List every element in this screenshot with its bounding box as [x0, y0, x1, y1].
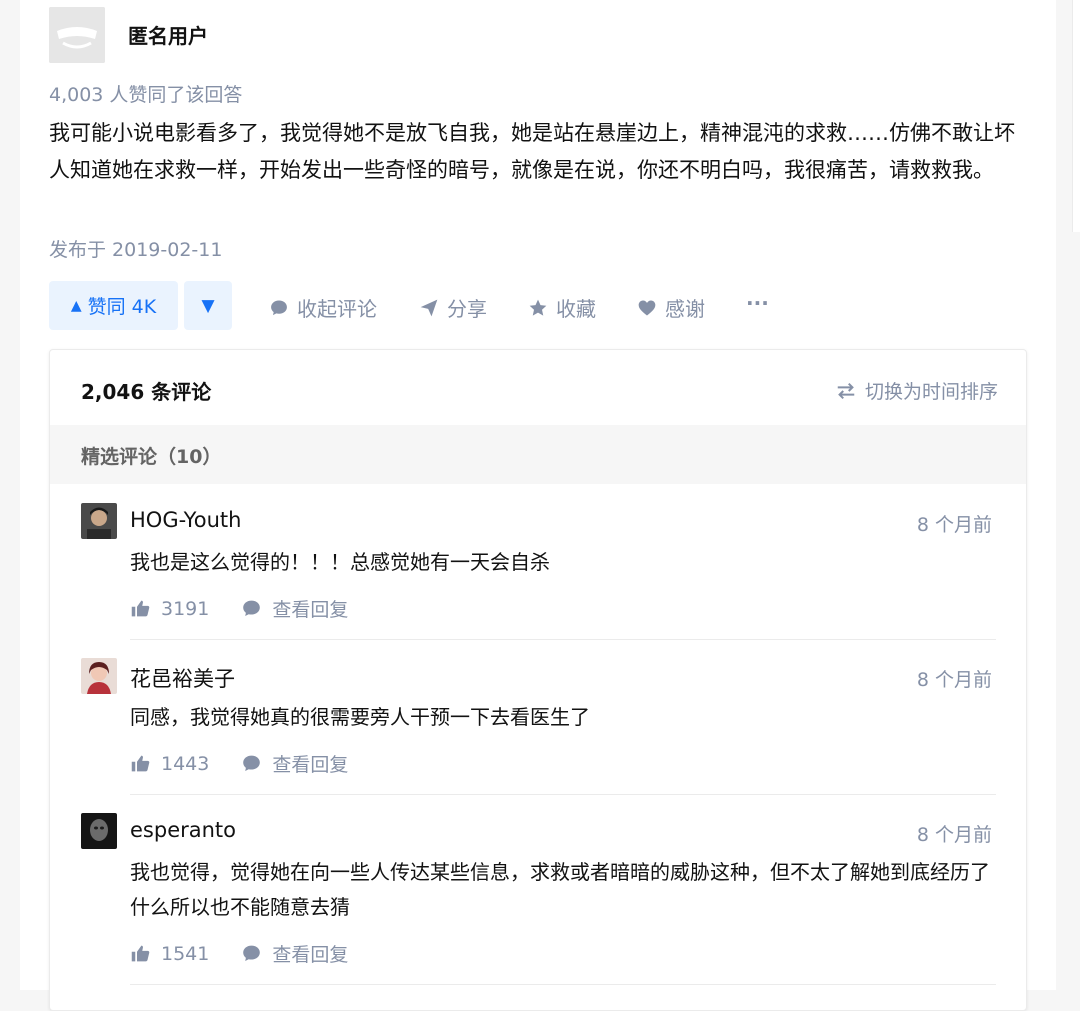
view-replies-button[interactable]: 查看回复	[241, 750, 348, 777]
comment-time: 8 个月前	[916, 514, 992, 536]
comment-time: 8 个月前	[916, 669, 992, 691]
sort-toggle-button[interactable]: 切换为时间排序	[835, 377, 998, 404]
comment-avatar[interactable]	[81, 658, 117, 694]
author-avatar[interactable]	[49, 7, 105, 63]
comment-like-button[interactable]: 1443	[130, 753, 209, 775]
upvote-button[interactable]: ▲ 赞同 4K	[49, 281, 178, 330]
comment-time: 8 个月前	[916, 824, 992, 846]
thanks-button[interactable]: 感谢	[637, 293, 705, 322]
comment-author[interactable]: 花邑裕美子	[130, 663, 235, 693]
upvote-label: 赞同 4K	[87, 296, 157, 318]
more-button[interactable]: ···	[746, 291, 769, 315]
comments-panel: 2,046 条评论 切换为时间排序 精选评论（10） HOG-Youth 8 个…	[49, 349, 1027, 1011]
comment-author[interactable]: HOG-Youth	[130, 508, 241, 532]
view-replies-label: 查看回复	[272, 754, 349, 776]
comment-divider	[130, 639, 996, 640]
view-replies-label: 查看回复	[272, 944, 349, 966]
author-name[interactable]: 匿名用户	[128, 20, 208, 49]
answer-content: 我可能小说电影看多了，我觉得她不是放飞自我，她是站在悬崖边上，精神混沌的求救………	[49, 121, 1015, 182]
comment-divider	[130, 984, 996, 985]
view-replies-button[interactable]: 查看回复	[241, 940, 348, 967]
share-button[interactable]: 分享	[419, 293, 487, 322]
collapse-comments-label: 收起评论	[297, 297, 377, 321]
comment-actions: 1443 查看回复	[130, 750, 348, 777]
thumbs-up-icon	[131, 600, 150, 617]
favorite-button[interactable]: 收藏	[528, 293, 596, 322]
thanks-label: 感谢	[665, 297, 705, 321]
featured-comments-label: 精选评论（10）	[81, 446, 222, 468]
triangle-down-icon: ▼	[201, 295, 215, 316]
star-icon	[529, 299, 547, 316]
sort-toggle-label: 切换为时间排序	[864, 381, 998, 403]
publish-time[interactable]: 发布于 2019-02-11	[49, 235, 222, 262]
heart-icon	[638, 300, 656, 315]
favorite-label: 收藏	[556, 297, 596, 321]
triangle-up-icon: ▲	[70, 297, 82, 314]
thumbs-up-icon	[131, 755, 150, 772]
comment-avatar[interactable]	[81, 813, 117, 849]
view-replies-label: 查看回复	[272, 599, 349, 621]
like-count: 1541	[161, 942, 210, 965]
like-count: 3191	[161, 597, 210, 620]
thumbs-up-icon	[131, 945, 150, 962]
comment-text: 我也觉得，觉得她在向一些人传达某些信息，求救或者暗暗的威胁这种，但不太了解她到底…	[130, 860, 990, 919]
swap-arrows-icon	[837, 382, 855, 399]
comment-bubble-icon	[243, 755, 261, 772]
comment-bubble-icon	[271, 300, 287, 315]
comments-count: 2,046 条评论	[81, 380, 212, 404]
paper-plane-icon	[420, 299, 438, 316]
collapse-comments-button[interactable]: 收起评论	[269, 293, 377, 322]
comment-actions: 1541 查看回复	[130, 940, 348, 967]
comment-like-button[interactable]: 3191	[130, 598, 209, 620]
comment-text: 我也是这么觉得的！！！总感觉她有一天会自杀	[130, 550, 550, 574]
featured-comments-header: 精选评论（10）	[50, 425, 1026, 484]
share-label: 分享	[447, 297, 487, 321]
comment-bubble-icon	[243, 945, 261, 962]
sidebar-edge	[1072, 0, 1080, 232]
comment-avatar[interactable]	[81, 503, 117, 539]
comment-like-button[interactable]: 1541	[130, 943, 209, 965]
comment-author[interactable]: esperanto	[130, 818, 236, 842]
comment-bubble-icon	[243, 600, 261, 617]
view-replies-button[interactable]: 查看回复	[241, 595, 348, 622]
like-count: 1443	[161, 752, 210, 775]
comment-divider	[130, 794, 996, 795]
downvote-button[interactable]: ▼	[184, 281, 232, 330]
comment-text: 同感，我觉得她真的很需要旁人干预一下去看医生了	[130, 705, 590, 729]
vote-summary[interactable]: 4,003 人赞同了该回答	[49, 80, 242, 107]
comment-actions: 3191 查看回复	[130, 595, 348, 622]
